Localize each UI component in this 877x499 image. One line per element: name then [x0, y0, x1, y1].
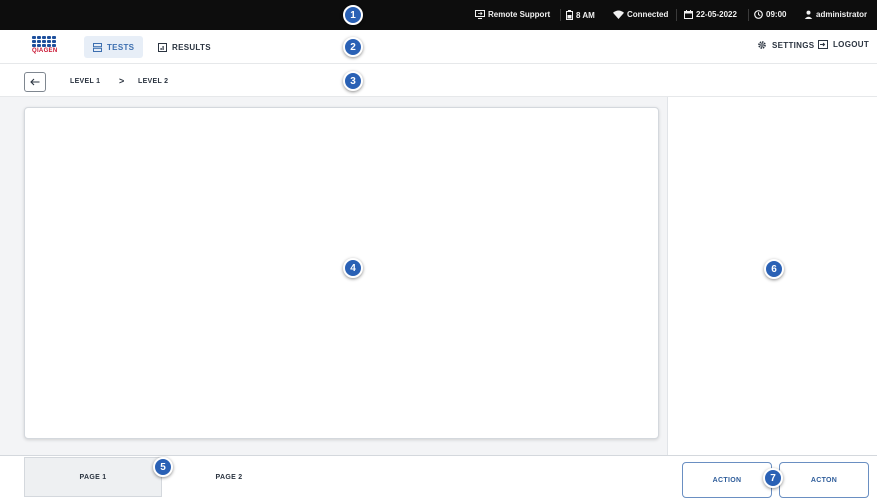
network-label: Connected: [627, 10, 669, 19]
settings-label: SETTINGS: [772, 40, 815, 50]
callout-marker-7: 7: [763, 468, 783, 488]
date-status: 22-05-2022: [684, 10, 737, 19]
callout-marker-4: 4: [343, 258, 363, 278]
page-tab-2-label: PAGE 2: [215, 473, 243, 481]
arrow-left-icon: [30, 78, 40, 86]
main-content-card: [24, 107, 659, 439]
breadcrumb-level-2[interactable]: LEVEL 2: [138, 78, 168, 85]
tab-results[interactable]: RESULTS: [149, 36, 220, 58]
logo-text: QIAGEN: [32, 48, 58, 54]
callout-marker-6: 6: [764, 259, 784, 279]
tab-tests-label: TESTS: [107, 42, 135, 52]
user-icon: [804, 10, 813, 19]
logout-button[interactable]: LOGOUT: [818, 40, 869, 49]
callout-marker-3: 3: [343, 71, 363, 91]
breadcrumb-separator: >: [119, 76, 125, 86]
qiagen-logo: QIAGEN: [32, 36, 58, 60]
page-tab-1-label: PAGE 1: [79, 473, 107, 481]
remote-support-icon: [475, 10, 485, 19]
date-label: 22-05-2022: [696, 10, 737, 19]
status-bar: Remote Support 8 AM Connected 22-05-2022…: [0, 0, 877, 30]
action-button-2[interactable]: ACTON: [779, 462, 869, 498]
time-label: 09:00: [766, 10, 787, 19]
network-status: Connected: [613, 10, 668, 19]
status-divider: [676, 9, 677, 21]
remote-support-label: Remote Support: [488, 10, 551, 19]
user-label: administrator: [816, 10, 868, 19]
remote-support-button[interactable]: Remote Support: [475, 10, 550, 19]
clock-icon: [754, 10, 763, 19]
time-status: 09:00: [754, 10, 786, 19]
callout-marker-2: 2: [343, 37, 363, 57]
logout-label: LOGOUT: [833, 40, 870, 49]
action-button-2-label: ACTON: [810, 476, 838, 484]
tests-icon: [93, 42, 102, 52]
status-divider: [748, 9, 749, 21]
results-icon: [158, 42, 167, 52]
callout-marker-5: 5: [153, 457, 173, 477]
tab-tests[interactable]: TESTS: [84, 36, 144, 58]
logout-icon: [818, 40, 828, 49]
page-tab-1[interactable]: PAGE 1: [24, 457, 162, 497]
logo-dots: [32, 36, 58, 47]
tab-results-label: RESULTS: [172, 42, 211, 52]
action-button-1[interactable]: ACTION: [682, 462, 772, 498]
action-button-1-label: ACTION: [712, 476, 742, 484]
wifi-icon: [613, 10, 624, 19]
battery-label: 8 AM: [576, 10, 595, 20]
status-divider: [560, 9, 561, 21]
battery-icon: [566, 10, 573, 20]
back-button[interactable]: [24, 72, 46, 92]
gear-icon: [758, 41, 766, 49]
page-tab-2[interactable]: PAGE 2: [160, 457, 298, 497]
settings-button[interactable]: SETTINGS: [757, 40, 814, 50]
breadcrumb-level-1[interactable]: LEVEL 1: [70, 78, 100, 85]
breadcrumb-bar: [0, 65, 877, 97]
user-status[interactable]: administrator: [804, 10, 867, 19]
callout-marker-1: 1: [343, 5, 363, 25]
calendar-icon: [684, 10, 693, 19]
battery-status: 8 AM: [566, 10, 595, 20]
